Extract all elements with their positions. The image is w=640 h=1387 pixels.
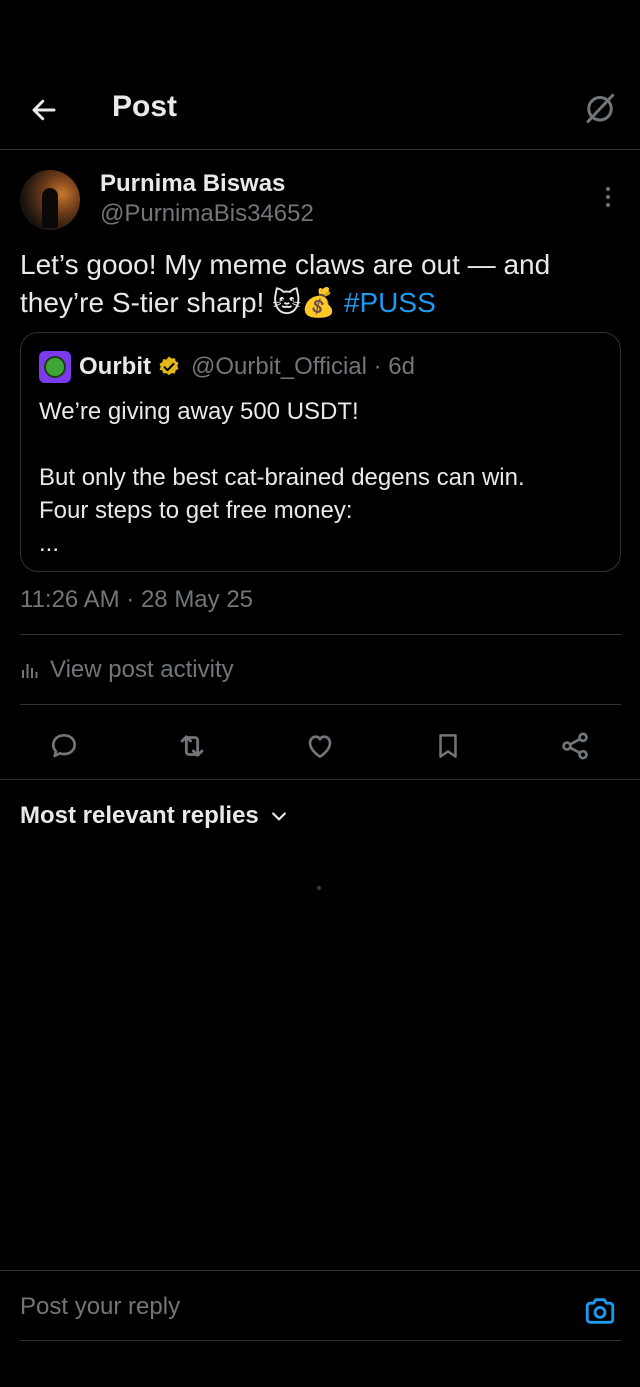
verified-badge-icon (159, 356, 179, 376)
bookmark-button[interactable] (426, 724, 470, 768)
author-name[interactable]: Purnima Biswas (100, 170, 285, 198)
more-options-button[interactable] (596, 182, 620, 212)
quoted-author-name: Ourbit (79, 353, 151, 380)
quoted-handle-time: @Ourbit_Official · 6d (191, 353, 416, 380)
chevron-down-icon (271, 812, 286, 821)
more-dot-icon (606, 203, 610, 207)
camera-icon (585, 1298, 615, 1324)
avatar[interactable] (20, 170, 80, 230)
grok-button[interactable] (580, 88, 620, 128)
arrow-left-icon (32, 99, 56, 121)
loading-indicator (317, 886, 321, 890)
frog-logo-icon (44, 356, 66, 378)
view-post-activity-link[interactable]: View post activity (20, 652, 234, 688)
author-handle[interactable]: @PurnimaBis34652 (100, 200, 314, 228)
share-icon (562, 732, 588, 760)
reply-sort-label: Most relevant replies (20, 802, 259, 829)
repost-button[interactable] (170, 724, 214, 768)
hashtag-link[interactable]: #PUSS (344, 287, 436, 318)
quoted-post[interactable]: Ourbit @Ourbit_Official · 6d We’re givin… (20, 332, 621, 572)
repost-icon (180, 735, 204, 757)
reply-underline (20, 1340, 621, 1341)
view-post-activity-label: View post activity (50, 656, 234, 683)
divider (20, 704, 621, 705)
post-body: Let’s gooo! My meme claws are out — and … (20, 249, 551, 318)
reply-sort-dropdown[interactable]: Most relevant replies (20, 802, 289, 830)
heart-icon (308, 735, 332, 758)
reply-icon (52, 734, 76, 758)
page-title: Post (112, 90, 178, 123)
more-dot-icon (606, 187, 610, 191)
reply-composer (0, 1270, 640, 1342)
reply-input[interactable] (20, 1293, 330, 1321)
post-text: Let’s gooo! My meme claws are out — and … (20, 246, 620, 322)
quoted-avatar (39, 351, 71, 383)
post-timestamp: 11:26 AM · 28 May 25 (20, 586, 254, 613)
quoted-text: We’re giving away 500 USDT! But only the… (39, 398, 525, 557)
camera-button[interactable] (580, 1291, 620, 1331)
grok-icon (586, 93, 615, 123)
share-button[interactable] (553, 724, 597, 768)
analytics-icon (22, 664, 38, 678)
top-bar: Post (0, 70, 640, 150)
reply-button[interactable] (42, 724, 86, 768)
bookmark-icon (439, 734, 457, 758)
more-dot-icon (606, 195, 610, 199)
quoted-post-header: Ourbit @Ourbit_Official · 6d (39, 351, 415, 383)
post-author: Purnima Biswas @PurnimaBis34652 (20, 168, 620, 232)
like-button[interactable] (298, 724, 342, 768)
action-bar (0, 718, 640, 780)
back-button[interactable] (26, 92, 62, 128)
divider (20, 634, 621, 635)
